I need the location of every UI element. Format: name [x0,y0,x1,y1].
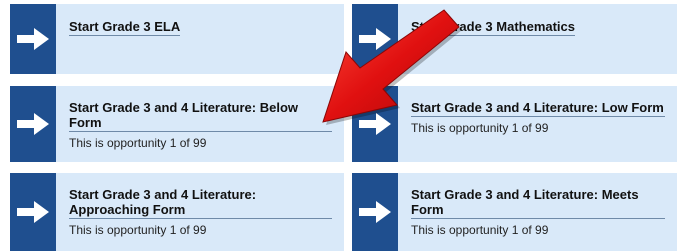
arrow-block [10,86,56,162]
opportunity-text: This is opportunity 1 of 99 [69,136,207,150]
tile-title: Start Grade 3 and 4 Literature: Meets Fo… [411,187,665,219]
arrow-block [352,173,398,251]
opportunity-text: This is opportunity 1 of 99 [69,223,207,237]
start-grade3-math-tile[interactable]: Start Grade 3 Mathematics [352,4,677,74]
start-literature-meets-form-tile[interactable]: Start Grade 3 and 4 Literature: Meets Fo… [352,173,677,251]
start-grade3-ela-tile[interactable]: Start Grade 3 ELA [10,4,344,74]
start-literature-below-form-tile[interactable]: Start Grade 3 and 4 Literature: Below Fo… [10,86,344,162]
arrow-right-icon [17,113,49,135]
start-literature-low-form-tile[interactable]: Start Grade 3 and 4 Literature: Low Form… [352,86,677,162]
tile-title: Start Grade 3 ELA [69,19,181,36]
arrow-right-icon [359,201,391,223]
start-literature-approaching-form-tile[interactable]: Start Grade 3 and 4 Literature: Approach… [10,173,344,251]
opportunity-text: This is opportunity 1 of 99 [411,223,549,237]
arrow-block [352,86,398,162]
tile-title: Start Grade 3 and 4 Literature: Approach… [69,187,332,219]
tile-title: Start Grade 3 Mathematics [411,19,576,36]
tile-title: Start Grade 3 and 4 Literature: Below Fo… [69,100,332,132]
opportunity-text: This is opportunity 1 of 99 [411,121,549,135]
arrow-right-icon [17,28,49,50]
arrow-block [10,4,56,74]
arrow-block [352,4,398,74]
arrow-right-icon [17,201,49,223]
arrow-right-icon [359,113,391,135]
test-selection-screen: Start Grade 3 ELA Start Grade 3 Mathemat… [0,0,677,251]
arrow-right-icon [359,28,391,50]
tile-title: Start Grade 3 and 4 Literature: Low Form [411,100,665,117]
arrow-block [10,173,56,251]
